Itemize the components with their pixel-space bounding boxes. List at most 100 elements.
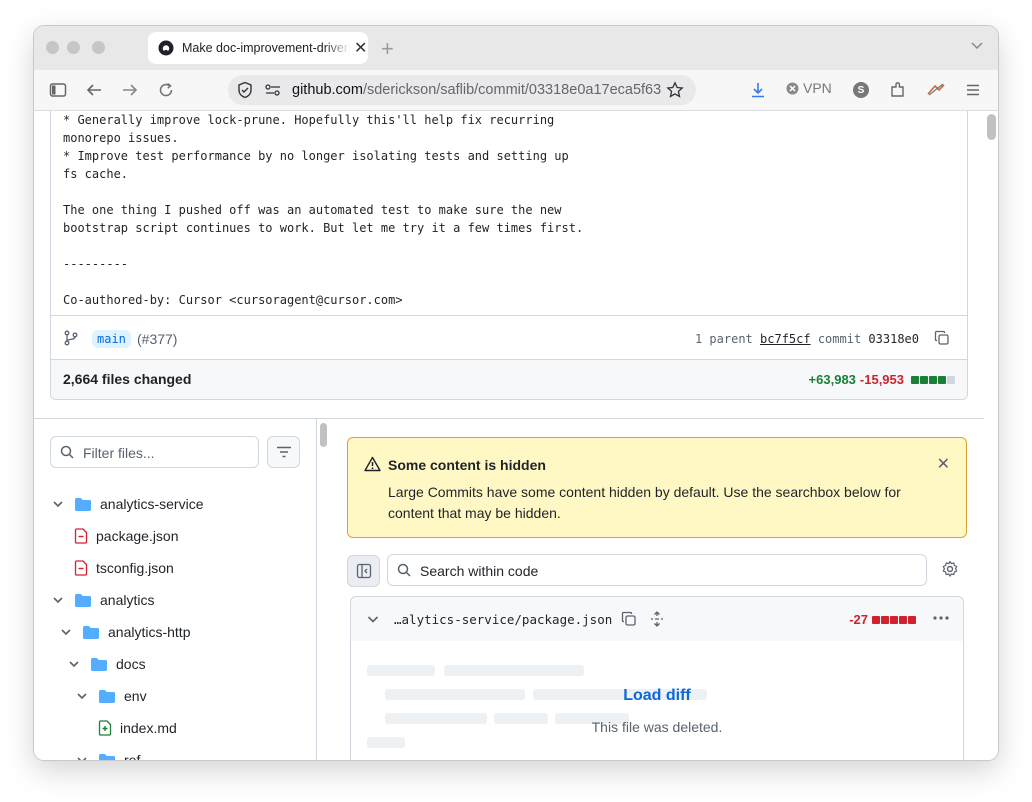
diffstat-square xyxy=(890,616,898,624)
diffstat-square xyxy=(872,616,880,624)
file-tree-scrollbar[interactable] xyxy=(320,423,327,447)
github-icon xyxy=(158,40,174,56)
close-tab-icon[interactable]: ✕ xyxy=(354,38,367,58)
chevron-down-icon[interactable] xyxy=(58,626,74,638)
tree-folder[interactable]: analytics xyxy=(50,584,154,616)
tree-folder[interactable]: ref xyxy=(74,744,140,760)
tree-item-label: docs xyxy=(116,656,146,672)
chevron-down-icon[interactable] xyxy=(367,613,379,625)
chevron-down-icon[interactable] xyxy=(66,658,82,670)
copy-icon[interactable] xyxy=(621,611,637,627)
tree-folder[interactable]: analytics-http xyxy=(58,616,190,648)
url-text[interactable]: github.com/sderickson/saflib/commit/0331… xyxy=(292,82,664,98)
code-search-input[interactable]: Search within code xyxy=(387,554,927,586)
folder-icon xyxy=(74,593,92,608)
chevron-down-icon[interactable] xyxy=(74,690,90,702)
tree-item-label: tsconfig.json xyxy=(96,560,174,576)
tree-item-label: analytics xyxy=(100,592,155,608)
tree-folder[interactable]: docs xyxy=(66,648,146,680)
diff-file-header: …alytics-service/package.json -27 xyxy=(350,596,964,642)
extensions-icon[interactable] xyxy=(887,79,909,101)
address-bar[interactable]: github.com/sderickson/saflib/commit/0331… xyxy=(228,75,696,105)
download-icon[interactable] xyxy=(747,79,769,101)
pr-number-link[interactable]: (#377) xyxy=(137,331,177,347)
chevron-down-icon[interactable] xyxy=(50,594,66,606)
tab-menu-chevron-icon[interactable] xyxy=(970,38,984,57)
minimize-window-button[interactable] xyxy=(67,41,80,54)
back-icon[interactable] xyxy=(83,79,105,101)
skeleton-line xyxy=(367,665,435,676)
menu-icon[interactable] xyxy=(962,79,984,101)
diff-pane: Some content is hidden Large Commits hav… xyxy=(331,419,984,760)
file-deleted-icon xyxy=(74,560,88,576)
diff-file-name[interactable]: …alytics-service/package.json xyxy=(394,612,612,627)
diffstat-square xyxy=(899,616,907,624)
parent-sha-link[interactable]: bc7f5cf xyxy=(760,332,811,346)
forward-icon[interactable] xyxy=(119,79,141,101)
git-branch-icon xyxy=(64,330,78,346)
expand-all-icon[interactable] xyxy=(650,611,664,627)
deletions-count: -15,953 xyxy=(859,372,904,387)
tree-file[interactable]: package.json xyxy=(74,520,179,552)
diffstat-square xyxy=(908,616,916,624)
commit-meta-bar: main (#377) 1 parent bc7f5cf commit 0331… xyxy=(51,315,967,360)
tab-bar: Make doc-improvement-driven changes ✕ + xyxy=(34,26,998,70)
zoom-window-button[interactable] xyxy=(92,41,105,54)
diffstat-square xyxy=(911,376,919,384)
skeleton-line xyxy=(444,665,584,676)
chevron-down-icon[interactable] xyxy=(50,498,66,510)
vpn-button[interactable]: VPN xyxy=(786,80,832,96)
sidebar-collapse-icon xyxy=(356,563,371,579)
hidden-content-banner: Some content is hidden Large Commits hav… xyxy=(347,437,967,538)
gear-icon[interactable] xyxy=(941,560,959,578)
diffstat-square xyxy=(929,376,937,384)
tree-item-label: analytics-service xyxy=(100,496,204,512)
diffstat-bar xyxy=(910,372,955,387)
kebab-menu-icon[interactable] xyxy=(933,616,949,620)
tree-item-label: ref xyxy=(124,752,141,760)
sidebar-icon[interactable] xyxy=(47,79,69,101)
site-settings-icon[interactable] xyxy=(262,79,284,101)
close-window-button[interactable] xyxy=(46,41,59,54)
diffstat-square xyxy=(938,376,946,384)
new-tab-icon[interactable]: + xyxy=(381,36,394,62)
tree-folder[interactable]: env xyxy=(74,680,147,712)
shield-icon[interactable] xyxy=(234,79,256,101)
diff-file-body: Load diff This file was deleted. xyxy=(350,641,964,760)
search-icon xyxy=(60,445,74,459)
folder-icon xyxy=(74,497,92,512)
file-deletion-stats: -27 xyxy=(849,612,916,627)
tab-title: Make doc-improvement-driven changes xyxy=(182,41,350,55)
load-diff-link[interactable]: Load diff xyxy=(351,687,963,705)
tree-folder[interactable]: analytics-service xyxy=(50,488,203,520)
page-scrollbar[interactable] xyxy=(987,114,996,140)
filter-options-button[interactable] xyxy=(267,436,300,468)
extension-app-icon[interactable] xyxy=(925,79,947,101)
browser-window: Make doc-improvement-driven changes ✕ + xyxy=(34,26,998,760)
branch-label[interactable]: main xyxy=(92,330,131,348)
chevron-down-icon[interactable] xyxy=(74,754,90,760)
diff-stats: +63,983 -15,953 xyxy=(809,372,955,387)
filter-files-input[interactable]: Filter files... xyxy=(50,436,259,468)
close-icon[interactable]: ✕ xyxy=(937,454,950,474)
browser-tab[interactable]: Make doc-improvement-driven changes ✕ xyxy=(148,32,368,64)
reload-icon[interactable] xyxy=(155,79,177,101)
tree-file[interactable]: tsconfig.json xyxy=(74,552,174,584)
file-deletions-count: -27 xyxy=(849,612,868,627)
vpn-off-icon xyxy=(786,82,799,94)
alert-icon xyxy=(364,456,381,472)
tree-item-label: index.md xyxy=(120,720,177,736)
search-icon xyxy=(397,563,411,577)
tree-item-label: package.json xyxy=(96,528,179,544)
file-status-text: This file was deleted. xyxy=(591,719,723,735)
copy-icon[interactable] xyxy=(934,330,950,346)
folder-icon xyxy=(90,657,108,672)
tree-item-label: env xyxy=(124,688,147,704)
toggle-file-tree-button[interactable] xyxy=(347,555,380,587)
profile-avatar[interactable]: S xyxy=(850,79,872,101)
bookmark-star-icon[interactable] xyxy=(664,79,686,101)
parent-info: 1 parent bc7f5cf commit 03318e0 xyxy=(694,332,919,346)
additions-count: +63,983 xyxy=(808,372,856,387)
diffstat-square xyxy=(947,376,955,384)
tree-file[interactable]: index.md xyxy=(98,712,177,744)
